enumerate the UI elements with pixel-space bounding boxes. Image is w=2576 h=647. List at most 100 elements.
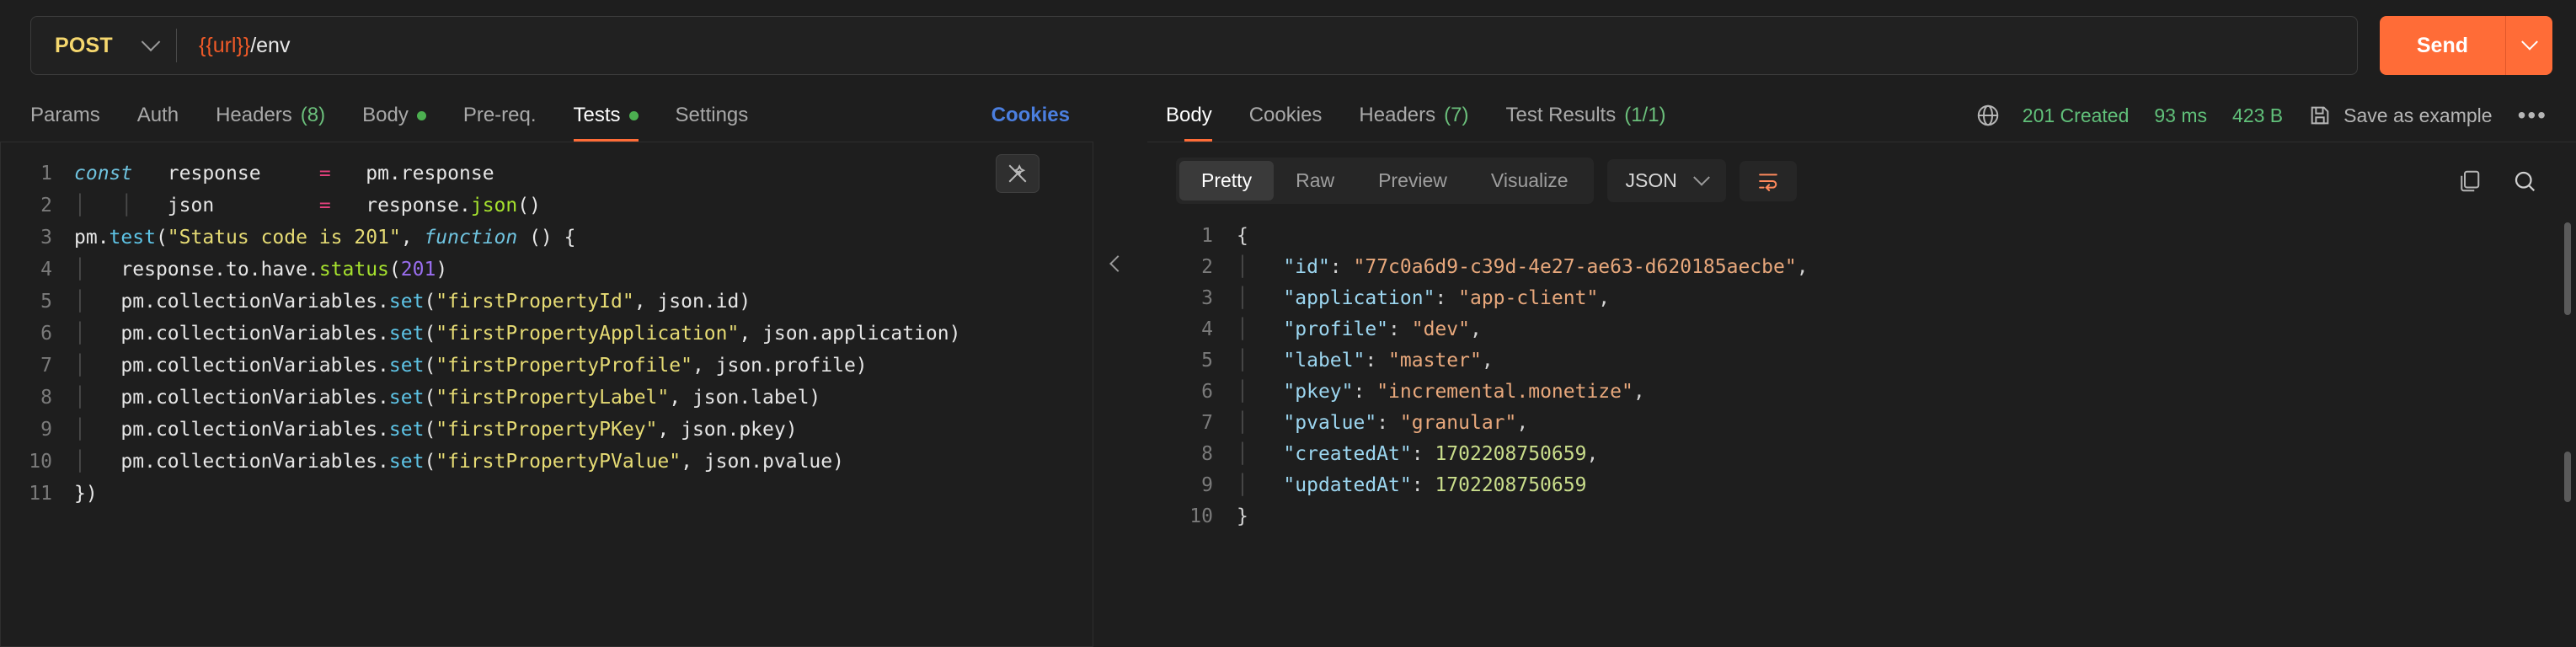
wrap-lines-button[interactable]	[1739, 160, 1797, 201]
response-tab-bar: Body Cookies Headers (7) Test Results (1…	[1147, 89, 2576, 142]
line-number: 6	[40, 323, 52, 345]
response-tab-body-label: Body	[1166, 104, 1212, 126]
response-tab-headers[interactable]: Headers (7)	[1340, 89, 1487, 142]
response-tab-test-results[interactable]: Test Results (1/1)	[1487, 89, 1684, 142]
send-button-group: Send	[2379, 16, 2552, 75]
tab-body-modified-dot-icon	[416, 110, 426, 120]
line-number: 4	[40, 259, 52, 281]
response-body-viewer[interactable]: 1{ 2 │ "id": "77c0a6d9-c39d-4e27-ae63-d62…	[1147, 216, 2576, 647]
line-number: 1	[1201, 225, 1213, 247]
tab-settings[interactable]: Settings	[657, 89, 767, 142]
response-tab-body[interactable]: Body	[1166, 89, 1231, 142]
response-scrollbar-top[interactable]	[2564, 222, 2571, 315]
line-number: 2	[1201, 256, 1213, 278]
status-code-label: 201 Created	[2022, 104, 2130, 126]
response-more-options-button[interactable]: •••	[2518, 104, 2547, 127]
magic-wand-icon	[1008, 164, 1027, 183]
collapse-request-pane-button[interactable]	[1102, 249, 1130, 278]
send-button[interactable]: Send	[2379, 16, 2505, 75]
request-response-split: Params Auth Headers (8) Body Pre-req. Te…	[0, 89, 2576, 647]
response-tab-test-results-count: (1/1)	[1624, 104, 1666, 126]
response-tab-headers-label: Headers	[1359, 104, 1436, 126]
http-method-label: POST	[55, 33, 113, 57]
tab-body[interactable]: Body	[344, 89, 445, 142]
response-scrollbar-bottom[interactable]	[2564, 452, 2571, 502]
search-response-button[interactable]	[2512, 168, 2537, 194]
tab-body-label: Body	[362, 104, 409, 126]
line-number: 10	[1189, 505, 1213, 527]
copy-icon	[2461, 170, 2480, 191]
tab-tests-label: Tests	[573, 104, 621, 126]
line-number: 11	[29, 483, 52, 505]
response-format-select[interactable]: JSON	[1606, 159, 1726, 202]
tab-tests[interactable]: Tests	[555, 89, 657, 142]
url-input-wrapper[interactable]: POST {{url}}/env	[30, 16, 2358, 75]
line-number: 1	[40, 163, 52, 184]
chevron-down-icon	[141, 32, 161, 52]
response-status-group: 201 Created 93 ms 423 B Save as example …	[1975, 103, 2576, 128]
url-input[interactable]: {{url}}/env	[177, 34, 2357, 58]
copy-response-button[interactable]	[2456, 168, 2482, 194]
tab-pre-request-label: Pre-req.	[462, 104, 537, 126]
network-globe-icon[interactable]	[1975, 103, 2001, 128]
tab-auth-label: Auth	[136, 104, 179, 126]
response-view-mode-group: Pretty Raw Preview Visualize	[1176, 158, 1594, 204]
http-method-selector[interactable]: POST	[31, 17, 176, 74]
postman-request-response-window: POST {{url}}/env Send Params Auth Header	[0, 0, 2576, 647]
chevron-down-icon	[1692, 168, 1710, 186]
response-format-label: JSON	[1625, 169, 1677, 191]
url-variable-token: {{url}}	[199, 33, 251, 57]
line-number: 8	[40, 387, 52, 409]
line-number: 7	[1201, 412, 1213, 434]
request-tab-bar: Params Auth Headers (8) Body Pre-req. Te…	[0, 89, 1093, 142]
url-bar-row: POST {{url}}/env Send	[0, 0, 2576, 89]
response-body-content: 1{ 2 │ "id": "77c0a6d9-c39d-4e27-ae63-d62…	[1147, 221, 2576, 532]
response-tab-test-results-label: Test Results	[1505, 104, 1617, 126]
url-path-token: /env	[250, 33, 291, 57]
view-mode-visualize[interactable]: Visualize	[1469, 161, 1590, 201]
line-number: 10	[29, 451, 52, 473]
line-number: 5	[1201, 350, 1213, 372]
chevron-down-icon	[2520, 33, 2538, 51]
line-number: 9	[1201, 474, 1213, 496]
snippet-toggle-button[interactable]	[996, 154, 1039, 193]
tab-auth[interactable]: Auth	[119, 89, 197, 142]
pane-divider[interactable]	[1093, 89, 1147, 647]
save-as-example-label: Save as example	[2344, 104, 2493, 126]
tests-script-editor[interactable]: 1 const response = pm.response 2 │ │ json …	[0, 142, 1093, 647]
globe-icon	[1977, 104, 1999, 126]
save-as-example-button[interactable]: Save as example	[2308, 104, 2493, 127]
view-mode-raw[interactable]: Raw	[1274, 161, 1356, 201]
line-number: 8	[1201, 443, 1213, 465]
response-time-label: 93 ms	[2154, 104, 2208, 126]
tab-pre-request[interactable]: Pre-req.	[445, 89, 555, 142]
code-content: 1 const response = pm.response 2 │ │ json …	[0, 158, 1093, 510]
word-wrap-icon	[1759, 173, 1777, 191]
chevron-left-icon	[1109, 255, 1126, 272]
view-mode-preview[interactable]: Preview	[1356, 161, 1469, 201]
view-mode-pretty[interactable]: Pretty	[1179, 161, 1275, 201]
request-pane: Params Auth Headers (8) Body Pre-req. Te…	[0, 89, 1093, 647]
search-icon	[2515, 171, 2536, 191]
tab-params-label: Params	[30, 104, 100, 126]
tab-headers[interactable]: Headers (8)	[197, 89, 344, 142]
tab-tests-modified-dot-icon	[628, 110, 639, 120]
line-number: 6	[1201, 381, 1213, 403]
response-size-label: 423 B	[2232, 104, 2284, 126]
response-tab-headers-count: (7)	[1444, 104, 1469, 126]
line-number: 3	[40, 227, 52, 249]
send-options-button[interactable]	[2505, 16, 2552, 75]
response-tool-actions	[2456, 168, 2547, 194]
line-number: 4	[1201, 318, 1213, 340]
response-pane: Body Cookies Headers (7) Test Results (1…	[1147, 89, 2576, 647]
line-number: 9	[40, 419, 52, 441]
response-tab-cookies[interactable]: Cookies	[1231, 89, 1341, 142]
cookies-link[interactable]: Cookies	[991, 104, 1070, 127]
line-number: 5	[40, 291, 52, 313]
code-scroll-area[interactable]: 1 const response = pm.response 2 │ │ json …	[0, 158, 1093, 647]
tab-headers-label: Headers	[216, 104, 292, 126]
line-number: 3	[1201, 287, 1213, 309]
tab-headers-count: (8)	[300, 104, 326, 126]
save-icon	[2311, 106, 2329, 125]
tab-params[interactable]: Params	[30, 89, 119, 142]
